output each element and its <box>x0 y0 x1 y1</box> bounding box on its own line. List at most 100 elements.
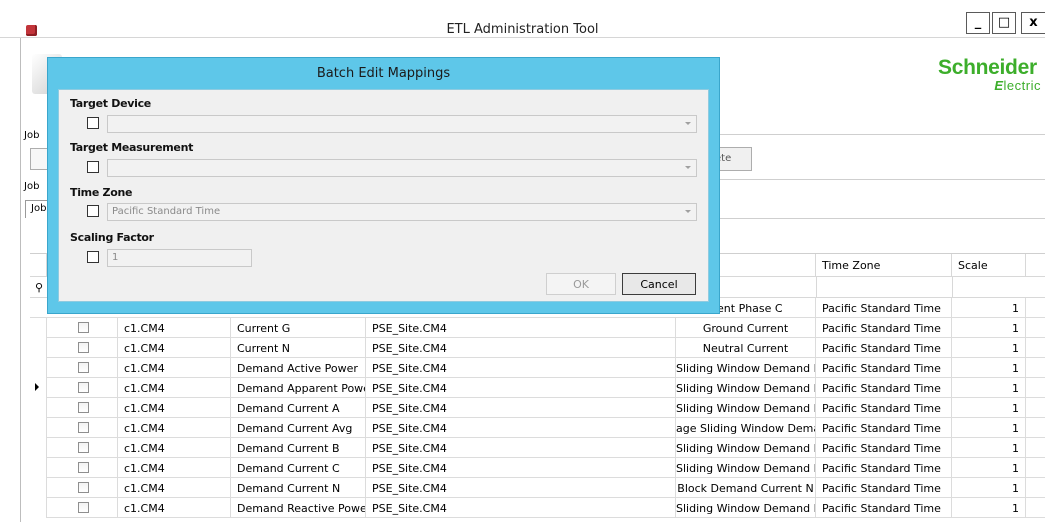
target-measurement-checkbox[interactable] <box>87 161 99 173</box>
cell-device[interactable]: c1.CM4 <box>118 478 231 498</box>
table-row[interactable]: c1.CM4 Current G PSE_Site.CM4 Ground Curren… <box>30 318 1045 338</box>
cell-scale[interactable]: 1 <box>952 458 1026 478</box>
cell-timezone[interactable]: Pacific Standard Time <box>816 318 952 338</box>
cell-site[interactable]: PSE_Site.CM4 <box>366 338 676 358</box>
time-zone-select[interactable]: Pacific Standard Time <box>107 203 697 221</box>
minimize-button[interactable]: _ <box>966 12 990 34</box>
cell-quantity[interactable]: Sliding Window Demand Del <box>676 398 816 418</box>
row-selector[interactable] <box>30 438 47 458</box>
cell-site[interactable]: PSE_Site.CM4 <box>366 418 676 438</box>
scaling-factor-checkbox[interactable] <box>87 251 99 263</box>
row-selector[interactable] <box>30 338 47 358</box>
time-zone-label: Time Zone <box>70 186 133 199</box>
header-timezone[interactable]: Time Zone <box>816 254 952 276</box>
row-selector[interactable] <box>30 378 47 398</box>
cell-quantity[interactable]: Sliding Window Demand Del <box>676 378 816 398</box>
cell-quantity[interactable]: Sliding Window Demand Deliv <box>676 358 816 378</box>
cell-scale[interactable]: 1 <box>952 418 1026 438</box>
cell-scale[interactable]: 1 <box>952 498 1026 518</box>
target-device-select[interactable] <box>107 115 697 133</box>
cell-device[interactable]: c1.CM4 <box>118 418 231 438</box>
cell-quantity[interactable]: Sliding Window Demand Deliv <box>676 498 816 518</box>
cell-site[interactable]: PSE_Site.CM4 <box>366 458 676 478</box>
target-measurement-select[interactable] <box>107 159 697 177</box>
cell-scale[interactable]: 1 <box>952 378 1026 398</box>
cell-quantity[interactable]: Block Demand Current N <box>676 478 816 498</box>
cell-measurement[interactable]: Current N <box>231 338 366 358</box>
cell-scale[interactable]: 1 <box>952 338 1026 358</box>
cell-measurement[interactable]: Demand Current A <box>231 398 366 418</box>
table-row[interactable]: c1.CM4 Demand Current N PSE_Site.CM4 Block … <box>30 478 1045 498</box>
row-selector[interactable] <box>30 358 47 378</box>
cell-timezone[interactable]: Pacific Standard Time <box>816 438 952 458</box>
cell-site[interactable]: PSE_Site.CM4 <box>366 478 676 498</box>
title-bar: ETL Administration Tool _ □ x <box>0 0 1045 38</box>
row-selector[interactable] <box>30 498 47 518</box>
table-row[interactable]: c1.CM4 Demand Apparent Power PSE_Site.CM4 S… <box>30 378 1045 398</box>
close-button[interactable]: x <box>1021 12 1045 34</box>
cell-timezone[interactable]: Pacific Standard Time <box>816 458 952 478</box>
scaling-factor-input[interactable]: 1 <box>107 249 252 267</box>
cell-quantity[interactable]: Ground Current <box>676 318 816 338</box>
cell-measurement[interactable]: Current G <box>231 318 366 338</box>
table-row[interactable]: c1.CM4 Demand Active Power PSE_Site.CM4 Sli… <box>30 358 1045 378</box>
table-row[interactable]: c1.CM4 Demand Current Avg PSE_Site.CM4 age … <box>30 418 1045 438</box>
row-selector[interactable] <box>30 418 47 438</box>
maximize-button[interactable]: □ <box>992 12 1016 34</box>
table-row[interactable]: c1.CM4 Demand Current B PSE_Site.CM4 Slidin… <box>30 438 1045 458</box>
cell-measurement[interactable]: Demand Reactive Power <box>231 498 366 518</box>
cell-device[interactable]: c1.CM4 <box>118 338 231 358</box>
target-measurement-label: Target Measurement <box>70 141 194 154</box>
cell-measurement[interactable]: Demand Current Avg <box>231 418 366 438</box>
target-device-checkbox[interactable] <box>87 117 99 129</box>
cell-measurement[interactable]: Demand Current C <box>231 458 366 478</box>
cell-timezone[interactable]: Pacific Standard Time <box>816 398 952 418</box>
table-row[interactable]: c1.CM4 Demand Current A PSE_Site.CM4 Slidin… <box>30 398 1045 418</box>
cell-scale[interactable]: 1 <box>952 438 1026 458</box>
cancel-button[interactable]: Cancel <box>622 273 696 295</box>
cell-measurement[interactable]: Demand Current N <box>231 478 366 498</box>
header-scale[interactable]: Scale <box>952 254 1026 276</box>
ok-button[interactable]: OK <box>546 273 616 295</box>
cell-quantity[interactable]: Sliding Window Demand Del <box>676 458 816 478</box>
cell-device[interactable]: c1.CM4 <box>118 378 231 398</box>
cell-device[interactable]: c1.CM4 <box>118 438 231 458</box>
cell-scale[interactable]: 1 <box>952 478 1026 498</box>
cell-timezone[interactable]: Pacific Standard Time <box>816 358 952 378</box>
cell-device[interactable]: c1.CM4 <box>118 458 231 478</box>
cell-quantity[interactable]: age Sliding Window Demand <box>676 418 816 438</box>
cell-site[interactable]: PSE_Site.CM4 <box>366 318 676 338</box>
cell-site[interactable]: PSE_Site.CM4 <box>366 358 676 378</box>
cell-scale[interactable]: 1 <box>952 398 1026 418</box>
table-row[interactable]: c1.CM4 Demand Reactive Power PSE_Site.CM4 S… <box>30 498 1045 518</box>
row-selector[interactable] <box>30 398 47 418</box>
cell-timezone[interactable]: Pacific Standard Time <box>816 378 952 398</box>
cell-scale[interactable]: 1 <box>952 318 1026 338</box>
cell-measurement[interactable]: Demand Current B <box>231 438 366 458</box>
cell-device[interactable]: c1.CM4 <box>118 498 231 518</box>
cell-timezone[interactable]: Pacific Standard Time <box>816 498 952 518</box>
cell-device[interactable]: c1.CM4 <box>118 318 231 338</box>
table-row[interactable]: c1.CM4 Current N PSE_Site.CM4 Neutral Curre… <box>30 338 1045 358</box>
cell-timezone[interactable]: Pacific Standard Time <box>816 338 952 358</box>
cell-quantity[interactable]: Sliding Window Demand Del <box>676 438 816 458</box>
cell-site[interactable]: PSE_Site.CM4 <box>366 498 676 518</box>
cell-measurement[interactable]: Demand Apparent Power <box>231 378 366 398</box>
cell-timezone[interactable]: Pacific Standard Time <box>816 478 952 498</box>
cell-device[interactable]: c1.CM4 <box>118 398 231 418</box>
row-selector[interactable] <box>30 318 47 338</box>
group-border-2 <box>720 179 1045 180</box>
time-zone-checkbox[interactable] <box>87 205 99 217</box>
cell-site[interactable]: PSE_Site.CM4 <box>366 398 676 418</box>
row-selector[interactable] <box>30 458 47 478</box>
cell-measurement[interactable]: Demand Active Power <box>231 358 366 378</box>
cell-timezone[interactable]: Pacific Standard Time <box>816 418 952 438</box>
cell-scale[interactable]: 1 <box>952 358 1026 378</box>
cell-site[interactable]: PSE_Site.CM4 <box>366 378 676 398</box>
table-row[interactable]: c1.CM4 Demand Current C PSE_Site.CM4 Slidin… <box>30 458 1045 478</box>
row-selector[interactable] <box>30 478 47 498</box>
cell-site[interactable]: PSE_Site.CM4 <box>366 438 676 458</box>
cell-device[interactable]: c1.CM4 <box>118 358 231 378</box>
job-field-edge[interactable] <box>30 148 48 170</box>
cell-quantity[interactable]: Neutral Current <box>676 338 816 358</box>
